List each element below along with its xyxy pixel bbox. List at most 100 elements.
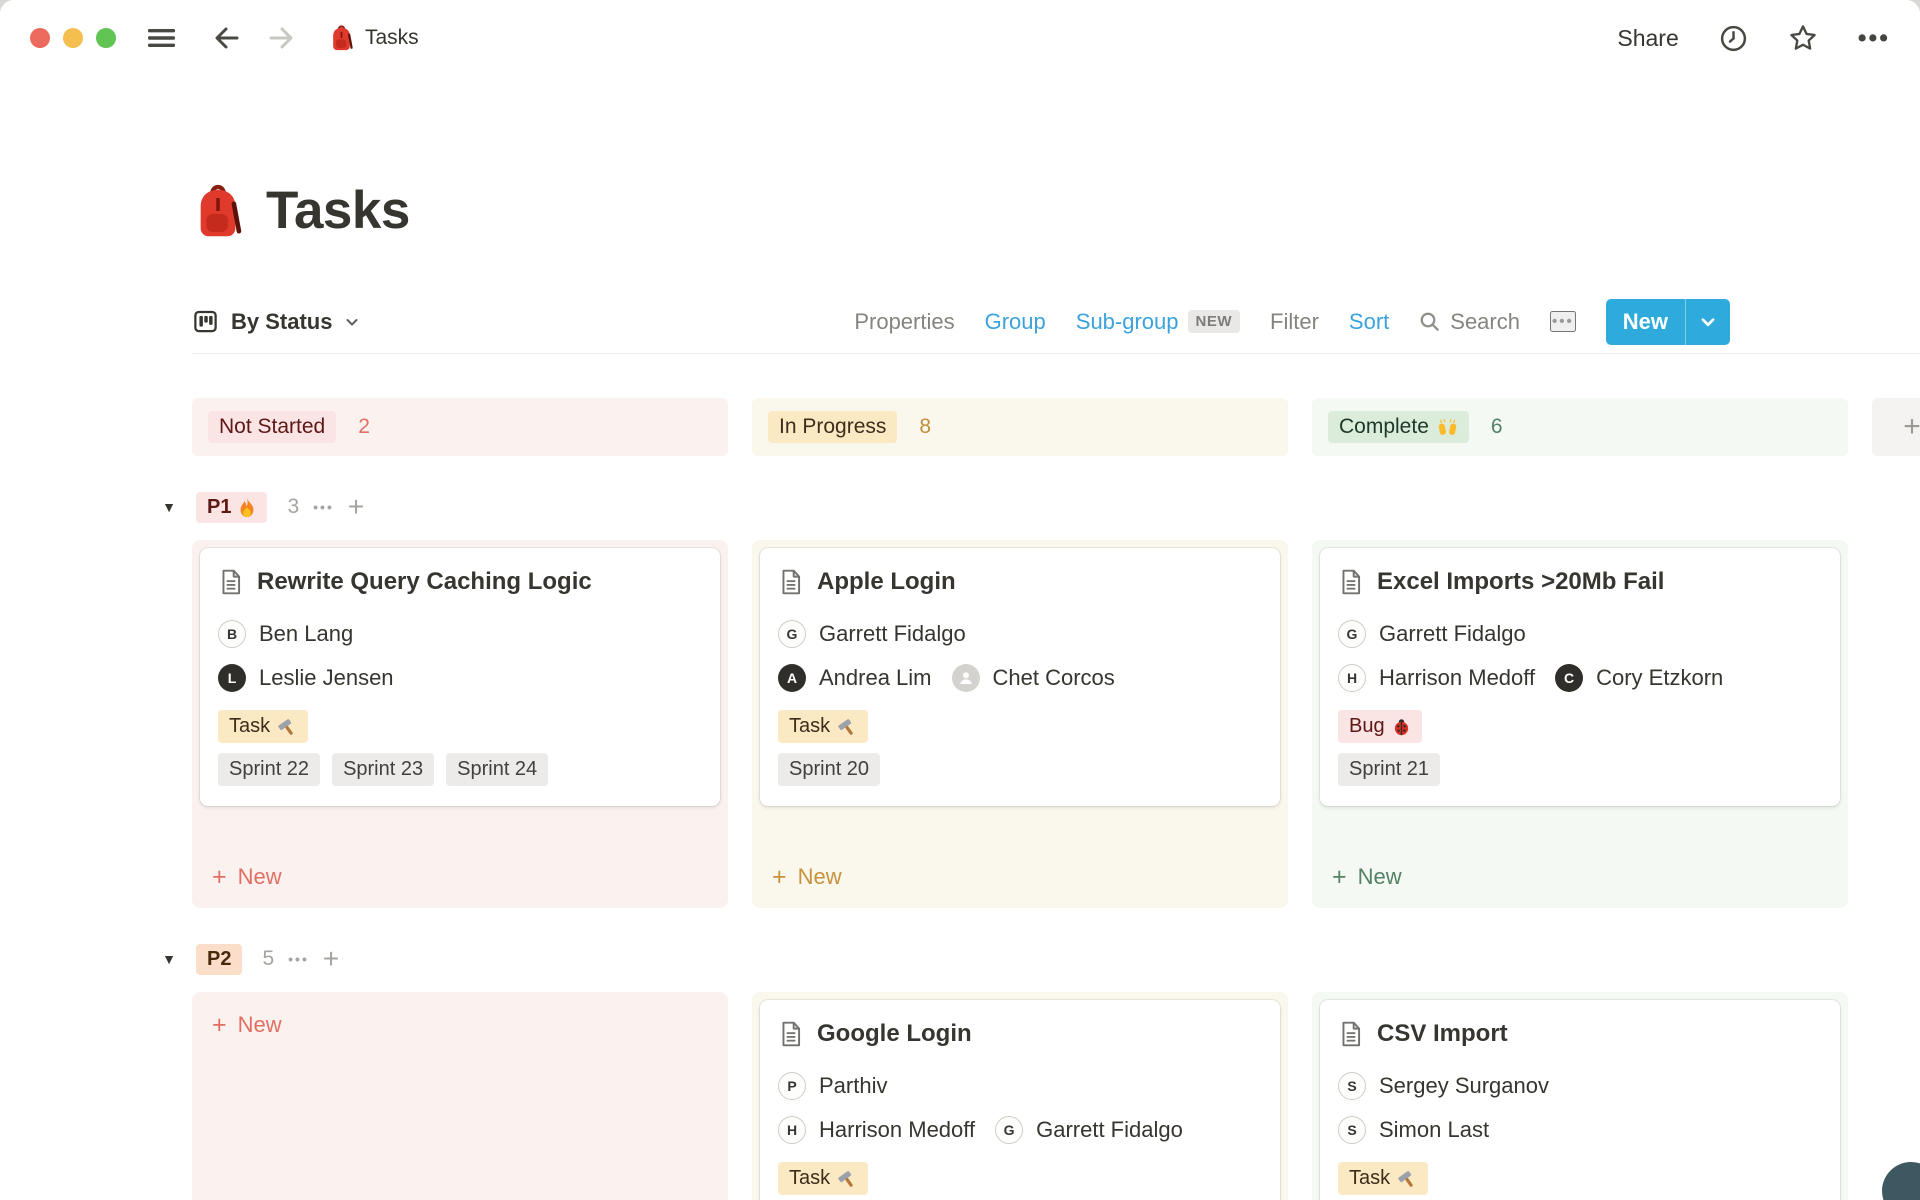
add-column-button[interactable]: + <box>1872 398 1920 456</box>
sidebar-toggle-button[interactable] <box>146 26 177 50</box>
column-header-complete[interactable]: Complete 6 <box>1312 398 1848 456</box>
column-header-in-progress[interactable]: In Progress 8 <box>752 398 1288 456</box>
card-title: Google Login <box>817 1020 972 1048</box>
person-name: Chet Corcos <box>993 665 1115 691</box>
type-tag: Task <box>218 710 308 743</box>
avatar-initial: S <box>1347 1122 1356 1138</box>
avatar-initial: L <box>228 670 237 686</box>
filter-button[interactable]: Filter <box>1270 309 1319 335</box>
column-header-not-started[interactable]: Not Started 2 <box>192 398 728 456</box>
assignee-row: A Andrea Lim Chet Corcos <box>778 656 1262 700</box>
avatar-initial: H <box>787 1122 797 1138</box>
new-record-label: New <box>1606 299 1685 345</box>
sprint-tag: Sprint 24 <box>446 753 548 786</box>
assignee-row: B Ben Lang <box>218 612 702 656</box>
group-badge-p2[interactable]: P2 <box>196 944 242 975</box>
lady-beetle-icon <box>1392 717 1411 737</box>
group-more-button[interactable]: ••• <box>288 951 309 967</box>
card-title: Rewrite Query Caching Logic <box>257 568 592 596</box>
view-name: By Status <box>231 309 332 335</box>
card-google-login[interactable]: Google Login P Parthiv H Harrison Medoff… <box>760 1000 1280 1200</box>
search-icon <box>1419 311 1441 333</box>
board-cell-p1-not-started: Rewrite Query Caching Logic B Ben Lang L… <box>192 540 728 908</box>
avatar: G <box>995 1116 1023 1144</box>
avatar: S <box>1338 1116 1366 1144</box>
assignee-row: S Simon Last <box>1338 1108 1822 1152</box>
card-rewrite-query-caching-logic[interactable]: Rewrite Query Caching Logic B Ben Lang L… <box>200 548 720 806</box>
group-more-button[interactable]: ••• <box>313 499 334 515</box>
view-switcher[interactable]: By Status <box>192 308 360 335</box>
person-name: Cory Etzkorn <box>1596 665 1723 691</box>
type-label: Task <box>1349 1167 1390 1190</box>
new-record-button[interactable]: New <box>1606 299 1730 345</box>
zoom-window-button[interactable] <box>96 28 116 48</box>
person-name: Garrett Fidalgo <box>1379 621 1526 647</box>
back-button[interactable] <box>211 22 243 54</box>
group-header-p2: ▼ P2 5 ••• + <box>156 940 1920 978</box>
group-add-button[interactable]: + <box>323 945 339 973</box>
card-csv-import[interactable]: CSV Import S Sergey Surganov S Simon Las… <box>1320 1000 1840 1200</box>
plus-icon: + <box>1332 865 1347 890</box>
updates-button[interactable] <box>1719 24 1748 53</box>
card-excel-imports-fail[interactable]: Excel Imports >20Mb Fail G Garrett Fidal… <box>1320 548 1840 806</box>
share-button[interactable]: Share <box>1617 25 1678 52</box>
search-button[interactable]: Search <box>1419 309 1520 335</box>
breadcrumb[interactable]: Tasks <box>329 24 419 52</box>
assignee-row: H Harrison Medoff C Cory Etzkorn <box>1338 656 1822 700</box>
type-tag: Task <box>778 710 868 743</box>
subgroup-button[interactable]: Sub-group NEW <box>1076 309 1240 335</box>
assignee-row: P Parthiv <box>778 1064 1262 1108</box>
column-count: 2 <box>358 415 370 439</box>
collapse-toggle-icon[interactable]: ▼ <box>156 499 182 515</box>
view-more-button[interactable]: ••• <box>1550 311 1576 332</box>
sort-button[interactable]: Sort <box>1349 309 1389 335</box>
window-more-button[interactable]: ••• <box>1858 24 1890 53</box>
new-record-dropdown[interactable] <box>1686 299 1730 345</box>
type-label: Task <box>789 1167 830 1190</box>
view-controls-bar: By Status Properties Group Sub-group NEW… <box>192 290 1920 354</box>
assignee-row: L Leslie Jensen <box>218 656 702 700</box>
back-icon <box>211 22 243 54</box>
add-card-label: New <box>1358 864 1402 890</box>
avatar: S <box>1338 1072 1366 1100</box>
person-name: Andrea Lim <box>819 665 932 691</box>
document-icon <box>778 568 804 596</box>
board-cell-p2-not-started: + New <box>192 992 728 1200</box>
avatar-initial: G <box>787 626 798 642</box>
status-badge: Not Started <box>208 411 336 443</box>
type-label: Task <box>229 715 270 738</box>
group-add-button[interactable]: + <box>348 493 364 521</box>
board-cell-p2-complete: CSV Import S Sergey Surganov S Simon Las… <box>1312 992 1848 1200</box>
backpack-icon[interactable] <box>192 182 244 240</box>
avatar: G <box>1338 620 1366 648</box>
board-view-icon <box>192 308 219 335</box>
forward-button[interactable] <box>265 22 297 54</box>
add-card-button[interactable]: + New <box>760 854 1280 900</box>
group-button[interactable]: Group <box>985 309 1046 335</box>
person-icon <box>952 664 980 692</box>
favorite-button[interactable] <box>1788 23 1818 53</box>
close-window-button[interactable] <box>30 28 50 48</box>
add-card-button[interactable]: + New <box>1320 854 1840 900</box>
type-tag: Bug <box>1338 710 1422 743</box>
window-controls <box>30 28 116 48</box>
avatar: L <box>218 664 246 692</box>
avatar: G <box>778 620 806 648</box>
collapse-toggle-icon[interactable]: ▼ <box>156 951 182 967</box>
subgroup-label: Sub-group <box>1076 309 1179 335</box>
assignee-row: G Garrett Fidalgo <box>1338 612 1822 656</box>
avatar-initial: B <box>227 626 237 642</box>
avatar-initial: C <box>1564 670 1574 686</box>
add-card-button[interactable]: + New <box>200 854 720 900</box>
add-card-button[interactable]: + New <box>200 1002 294 1048</box>
avatar-initial: S <box>1347 1078 1356 1094</box>
plus-icon: + <box>1903 410 1920 444</box>
minimize-window-button[interactable] <box>63 28 83 48</box>
card-apple-login[interactable]: Apple Login G Garrett Fidalgo A Andrea L… <box>760 548 1280 806</box>
add-card-label: New <box>238 1012 282 1038</box>
column-count: 6 <box>1491 415 1503 439</box>
properties-button[interactable]: Properties <box>854 309 954 335</box>
group-badge-p1[interactable]: P1 <box>196 492 267 523</box>
person-name: Garrett Fidalgo <box>819 621 966 647</box>
avatar: H <box>778 1116 806 1144</box>
